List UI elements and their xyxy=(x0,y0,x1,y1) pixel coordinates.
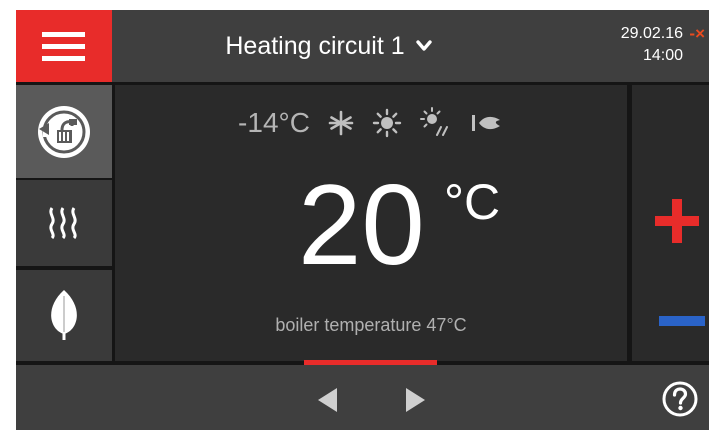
status-row: -14°C xyxy=(115,107,627,139)
minus-icon xyxy=(659,316,705,326)
menu-button[interactable] xyxy=(16,10,112,82)
auto-mode-icon xyxy=(38,105,90,158)
mode-button[interactable] xyxy=(16,85,112,178)
outdoor-temp: -14°C xyxy=(238,107,310,138)
eco-button[interactable] xyxy=(16,270,112,361)
setpoint-display: 20 °C xyxy=(115,162,627,289)
plus-icon xyxy=(655,199,699,243)
datetime-panel: 29.02.16 14:00 -× xyxy=(548,10,709,82)
boiler-temperature: boiler temperature 47°C xyxy=(275,315,467,335)
main-panel: -14°C 20 °C boiler temperature 47°C xyxy=(115,85,627,361)
snowflake-icon xyxy=(328,110,354,136)
screen-corner xyxy=(547,0,709,10)
increase-button[interactable] xyxy=(632,173,709,253)
circuit-selector[interactable]: Heating circuit 1 xyxy=(112,10,546,82)
circuit-title: Heating circuit 1 xyxy=(225,31,405,60)
chevron-down-icon xyxy=(415,40,432,51)
time-text: 14:00 xyxy=(642,47,683,64)
prev-button[interactable] xyxy=(311,383,345,417)
help-button[interactable] xyxy=(661,380,699,418)
burner-flame-icon xyxy=(471,115,500,131)
adjust-panel xyxy=(632,85,709,361)
setpoint-unit: °C xyxy=(444,174,501,230)
decrease-button[interactable] xyxy=(632,275,709,355)
heating-button[interactable] xyxy=(16,180,112,266)
help-icon xyxy=(662,381,698,417)
header-bar: Heating circuit 1 29.02.16 14:00 -× xyxy=(16,10,709,82)
arrow-right-icon xyxy=(406,388,425,412)
error-indicator: -× xyxy=(689,24,705,43)
setpoint-value: 20 xyxy=(298,162,425,289)
footer-bar xyxy=(16,365,709,430)
next-button[interactable] xyxy=(398,383,432,417)
date-text: 29.02.16 xyxy=(620,25,683,42)
thermostat-screen: Heating circuit 1 29.02.16 14:00 -× -14°… xyxy=(16,0,709,430)
leaf-icon xyxy=(51,289,77,340)
heating-waves-icon xyxy=(49,207,77,240)
sun-icon xyxy=(372,108,402,138)
arrow-left-icon xyxy=(318,388,337,412)
sun-rain-icon xyxy=(419,107,448,136)
